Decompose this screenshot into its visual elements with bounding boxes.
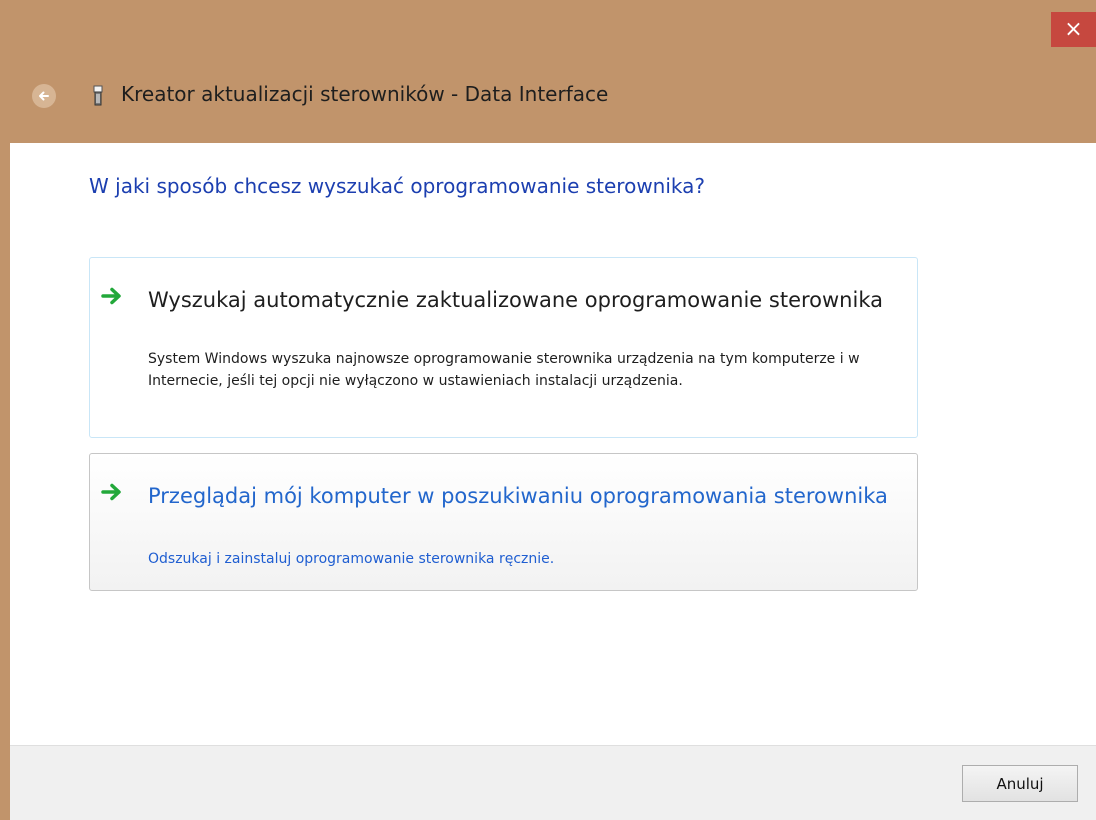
close-button[interactable]: × [1051, 12, 1096, 47]
green-arrow-icon [101, 483, 121, 501]
option-search-automatically[interactable]: Wyszukaj automatycznie zaktualizowane op… [89, 257, 918, 438]
option-title: Przeglądaj mój komputer w poszukiwaniu o… [148, 484, 888, 508]
back-arrow-icon [39, 91, 49, 101]
cancel-button[interactable]: Anuluj [962, 765, 1078, 802]
option-browse-computer[interactable]: Przeglądaj mój komputer w poszukiwaniu o… [89, 453, 918, 591]
green-arrow-icon [101, 287, 121, 305]
wizard-content: W jaki sposób chcesz wyszukać oprogramow… [10, 143, 1096, 745]
wizard-footer: Anuluj [10, 745, 1096, 820]
option-description: Odszukaj i zainstaluj oprogramowanie ste… [148, 551, 555, 567]
close-icon: × [1064, 16, 1083, 42]
driver-update-wizard-window: × Kreator aktualizacji sterowników - Dat… [0, 0, 1096, 820]
option-description: System Windows wyszuka najnowsze oprogra… [148, 351, 860, 389]
usb-device-icon [93, 85, 103, 106]
option-title: Wyszukaj automatycznie zaktualizowane op… [148, 288, 883, 312]
window-title-bar: × Kreator aktualizacji sterowników - Dat… [0, 0, 1096, 143]
page-question: W jaki sposób chcesz wyszukać oprogramow… [89, 174, 706, 198]
wizard-title: Kreator aktualizacji sterowników - Data … [121, 82, 609, 106]
back-button[interactable] [32, 84, 56, 108]
